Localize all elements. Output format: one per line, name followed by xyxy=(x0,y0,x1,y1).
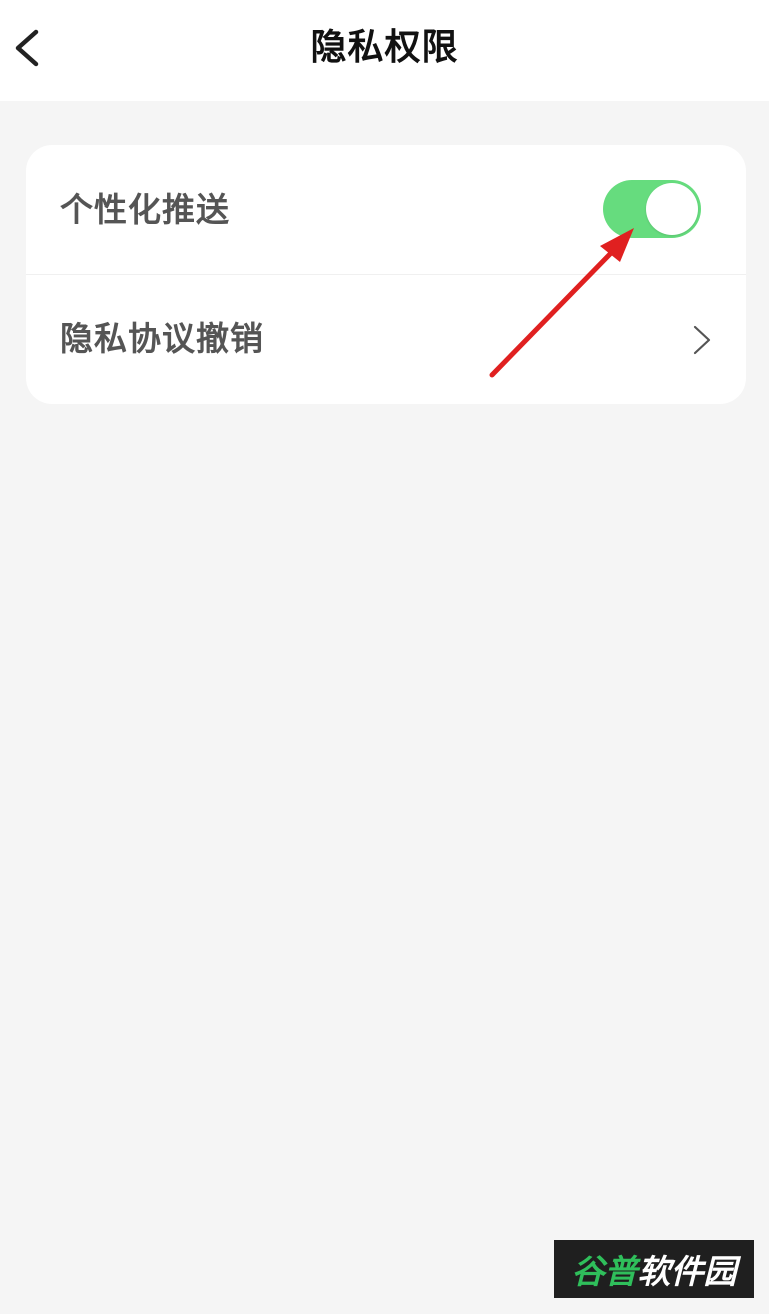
watermark-suffix: 软件园 xyxy=(637,1252,737,1291)
navigation-bar: 隐私权限 xyxy=(0,0,769,101)
watermark: 谷普 软件园 xyxy=(554,1240,754,1298)
personalized-push-label: 个性化推送 xyxy=(60,190,230,229)
chevron-right-icon xyxy=(693,325,711,355)
personalized-push-toggle[interactable] xyxy=(603,180,701,238)
watermark-brand: 谷普 xyxy=(571,1252,638,1291)
privacy-revoke-row[interactable]: 隐私协议撤销 xyxy=(26,275,746,404)
settings-card: 个性化推送 隐私协议撤销 xyxy=(26,145,746,404)
personalized-push-row: 个性化推送 xyxy=(26,145,746,274)
privacy-permissions-page: 隐私权限 个性化推送 隐私协议撤销 谷普 软件园 xyxy=(0,0,769,1314)
privacy-revoke-label: 隐私协议撤销 xyxy=(60,319,264,358)
toggle-knob xyxy=(646,183,698,235)
page-title: 隐私权限 xyxy=(310,27,459,68)
